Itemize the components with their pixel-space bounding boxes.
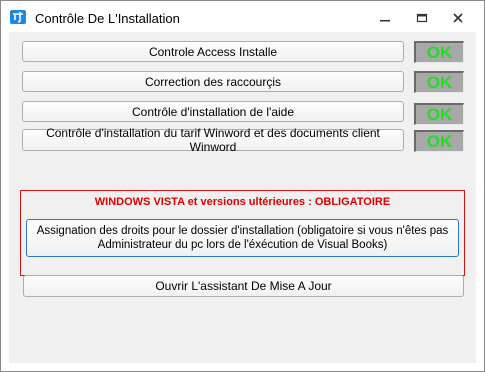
shortcuts-fix-status: OK (414, 71, 464, 93)
open-update-assistant-button[interactable]: Ouvrir L'assistant De Mise A Jour (23, 275, 464, 297)
check-access-button[interactable]: Controle Access Installe (22, 41, 404, 62)
window-title: Contrôle De L'Installation (35, 11, 180, 26)
close-button[interactable] (443, 7, 473, 29)
shortcuts-fix-button[interactable]: Correction des raccourçis (22, 71, 404, 92)
assign-rights-line-2: Administrateur du pc lors de l'éxécution… (97, 239, 388, 251)
minimize-button[interactable] (370, 7, 400, 29)
vista-warning-title: WINDOWS VISTA et versions ultérieures : … (94, 196, 391, 208)
app-logo-icon (10, 10, 26, 24)
winword-install-status: OK (414, 130, 464, 152)
assign-rights-line-1: Assignation des droits pour le dossier d… (36, 225, 449, 237)
title-bar[interactable]: Contrôle De L'Installation (1, 1, 484, 32)
check-access-status: OK (414, 41, 464, 63)
assign-rights-label: Assignation des droits pour le dossier d… (37, 224, 449, 252)
restore-icon (416, 13, 428, 23)
client-area: Controle Access Installe OK Correction d… (9, 32, 476, 363)
assign-rights-button[interactable]: Assignation des droits pour le dossier d… (26, 219, 459, 257)
help-install-button[interactable]: Contrôle d'installation de l'aide (22, 101, 404, 122)
help-install-status: OK (414, 103, 464, 125)
winword-install-button[interactable]: Contrôle d'installation du tarif Winword… (22, 126, 404, 154)
installation-control-window: Contrôle De L'Installation Controle Acce… (0, 0, 485, 372)
restore-button[interactable] (407, 7, 437, 29)
vista-group: WINDOWS VISTA et versions ultérieures : … (20, 190, 465, 276)
close-icon (453, 13, 463, 23)
minimize-icon (380, 20, 390, 22)
